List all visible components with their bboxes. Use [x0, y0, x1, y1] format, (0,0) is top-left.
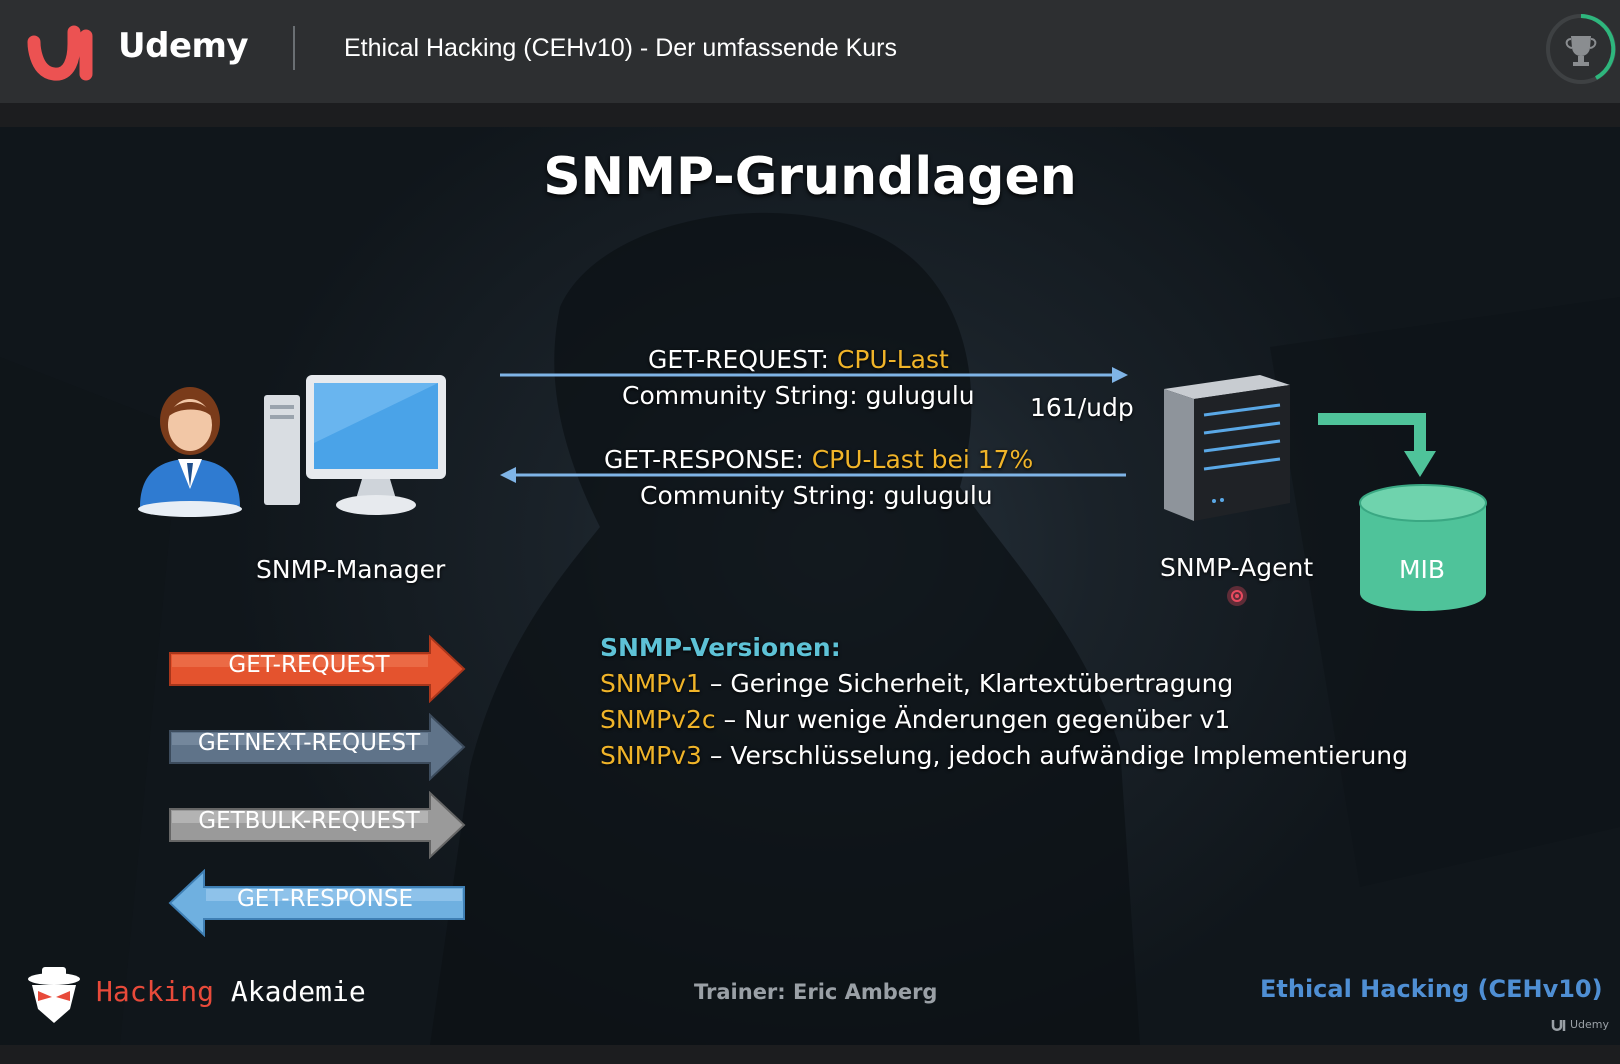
footer-logo-part2: Akademie — [214, 975, 366, 1008]
header-divider — [293, 26, 295, 70]
version-desc: – Nur wenige Änderungen gegenüber v1 — [715, 705, 1231, 734]
player-gap — [0, 103, 1620, 127]
course-title[interactable]: Ethical Hacking (CEHv10) - Der umfassend… — [344, 34, 897, 63]
get-request-label: GET-REQUEST — [228, 652, 390, 678]
getnext-request-label: GETNEXT-REQUEST — [197, 730, 421, 756]
port-label: 161/udp — [1030, 393, 1134, 422]
server-icon — [1164, 375, 1290, 521]
get-response-label: GET-RESPONSE — [236, 886, 413, 912]
top-bar: Udemy Ethical Hacking (CEHv10) - Der umf… — [0, 0, 1620, 103]
version-name: SNMPv2c — [600, 705, 716, 734]
snmp-agent-label: SNMP-Agent — [1160, 553, 1314, 582]
udemy-watermark-icon — [1551, 1020, 1566, 1031]
user-person-icon — [138, 387, 242, 517]
mib-label: MIB — [1398, 555, 1446, 584]
footer-course-label: Ethical Hacking (CEHv10) — [1260, 975, 1603, 1003]
getbulk-request-label: GETBULK-REQUEST — [198, 808, 420, 834]
version-row: SNMPv2c – Nur wenige Änderungen gegenübe… — [600, 705, 1230, 734]
version-name: SNMPv3 — [600, 741, 702, 770]
hacking-akademie-logo-icon — [28, 967, 80, 1023]
player-bottom-strip — [0, 1045, 1620, 1064]
versions-heading: SNMP-Versionen: — [600, 633, 841, 662]
slide-title: SNMP-Grundlagen — [543, 147, 1077, 207]
version-desc: – Verschlüsselung, jedoch aufwändige Imp… — [701, 741, 1409, 770]
cursor-dot-icon — [1227, 586, 1247, 606]
snmp-manager-label: SNMP-Manager — [256, 555, 446, 584]
response-line-2: Community String: gulugulu — [640, 481, 993, 510]
mib-database-icon — [1359, 484, 1487, 611]
footer-logo-text: Hacking Akademie — [96, 975, 366, 1008]
computer-monitor-icon — [264, 375, 446, 515]
footer-logo-part1: Hacking — [96, 975, 215, 1008]
brand-name[interactable]: Udemy — [118, 26, 249, 66]
version-name: SNMPv1 — [600, 669, 702, 698]
version-desc: – Geringe Sicherheit, Klartextübertragun… — [701, 669, 1234, 698]
video-player[interactable]: SNMP-Grundlagen SNMP-Manager GET-REQUEST… — [0, 127, 1620, 1045]
trainer-label: Trainer: Eric Amberg — [694, 980, 938, 1004]
progress-trophy-icon[interactable] — [1544, 12, 1618, 86]
agent-to-mib-arrow — [1318, 413, 1436, 477]
version-row: SNMPv3 – Verschlüsselung, jedoch aufwänd… — [600, 741, 1408, 770]
version-row: SNMPv1 – Geringe Sicherheit, Klartextübe… — [600, 669, 1233, 698]
udemy-logo-icon[interactable] — [26, 12, 110, 82]
udemy-watermark: Udemy — [1570, 1018, 1610, 1031]
request-line-2: Community String: gulugulu — [622, 381, 975, 410]
